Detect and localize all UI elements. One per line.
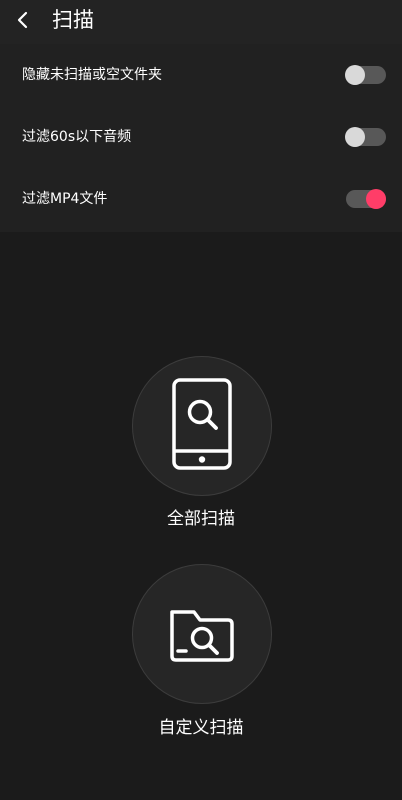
toggle-knob bbox=[345, 65, 365, 85]
setting-label: 隐藏未扫描或空文件夹 bbox=[22, 67, 162, 83]
settings-panel: 隐藏未扫描或空文件夹 过滤60s以下音频 过滤MP4文件 bbox=[0, 44, 402, 232]
setting-row-hide-folders[interactable]: 隐藏未扫描或空文件夹 bbox=[0, 44, 402, 106]
setting-row-filter-short-audio[interactable]: 过滤60s以下音频 bbox=[0, 106, 402, 168]
chevron-left-icon bbox=[17, 11, 28, 29]
filter-mp4-toggle[interactable] bbox=[346, 189, 386, 209]
full-scan-label[interactable]: 全部扫描 bbox=[0, 507, 402, 531]
setting-label: 过滤MP4文件 bbox=[22, 191, 108, 207]
top-bar: 扫描 bbox=[0, 0, 402, 44]
full-scan-button[interactable] bbox=[132, 356, 272, 496]
setting-label: 过滤60s以下音频 bbox=[22, 129, 132, 145]
custom-scan-label[interactable]: 自定义扫描 bbox=[0, 716, 402, 740]
toggle-knob bbox=[366, 189, 386, 209]
hide-folders-toggle[interactable] bbox=[345, 65, 386, 85]
page-title: 扫描 bbox=[52, 8, 94, 32]
folder-search-icon bbox=[170, 610, 234, 662]
back-button[interactable] bbox=[10, 6, 36, 34]
filter-short-audio-toggle[interactable] bbox=[345, 127, 386, 147]
phone-search-icon bbox=[172, 378, 232, 470]
custom-scan-button[interactable] bbox=[132, 564, 272, 704]
setting-row-filter-mp4[interactable]: 过滤MP4文件 bbox=[0, 168, 402, 230]
toggle-knob bbox=[345, 127, 365, 147]
